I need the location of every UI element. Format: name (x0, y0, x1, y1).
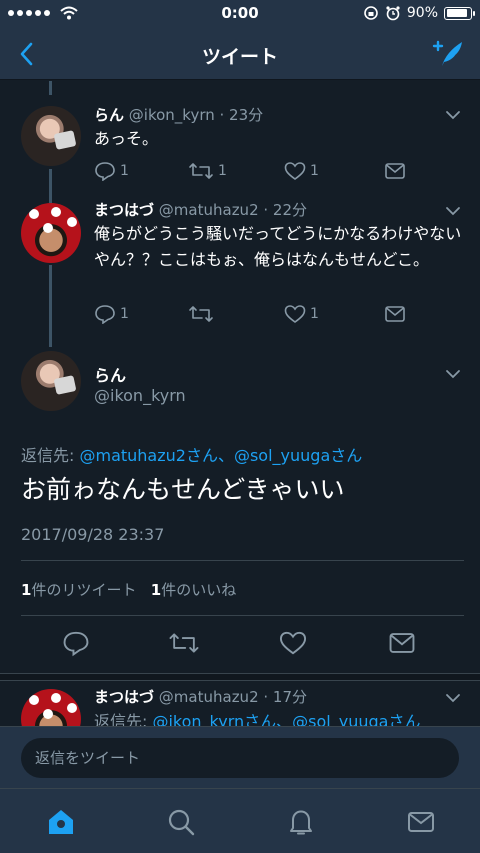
retweet-total-label: 件のリツイート (31, 581, 137, 599)
avatar[interactable] (21, 689, 81, 726)
reply-to-line: 返信先: @matuhazu2さん、@sol_yuugaさん (21, 442, 362, 466)
user-handle-time: @matuhazu2 · 17分 (158, 688, 308, 706)
user-name[interactable]: まつはづ (94, 688, 154, 706)
heart-icon[interactable] (279, 629, 307, 657)
notifications-bell-icon[interactable] (286, 807, 316, 837)
search-icon[interactable] (166, 807, 196, 837)
compose-tweet-icon[interactable] (432, 38, 466, 70)
tweet-header: まつはづ @matuhazu2 · 17分 (94, 686, 307, 707)
reply-input[interactable] (21, 738, 459, 778)
avatar[interactable] (21, 351, 81, 411)
reply-button[interactable]: 1 (94, 161, 129, 181)
reply-count: 1 (120, 306, 129, 322)
retweet-button[interactable]: 1 (188, 161, 227, 181)
reply-user-link[interactable]: @sol_yuuga (292, 712, 388, 726)
reply-count: 1 (120, 163, 129, 179)
user-name[interactable]: らん (94, 106, 124, 124)
navigation-bar: ツイート (0, 28, 480, 80)
rotation-lock-icon (364, 6, 378, 20)
like-button[interactable]: 1 (284, 304, 319, 324)
tweet-actions: 1 1 1 (94, 161, 434, 183)
retweet-total: 1 (21, 581, 32, 599)
retweet-icon (189, 163, 213, 179)
tweet-header: らん @ikon_kyrn · 23分 (94, 104, 263, 125)
like-count: 1 (310, 163, 319, 179)
user-name[interactable]: らん (94, 362, 126, 386)
chevron-down-icon[interactable] (444, 106, 462, 124)
reply-joiner: さん、 (185, 446, 234, 465)
reply-icon[interactable] (62, 629, 90, 657)
retweet-count: 1 (218, 163, 227, 179)
reply-user-link[interactable]: @matuhazu2 (79, 446, 185, 465)
page-title: ツイート (201, 46, 278, 68)
reply-prefix: 返信先: (94, 712, 153, 726)
reply-to-line: 返信先: @ikon_kyrnさん、@sol_yuugaさん (94, 709, 454, 726)
messages-envelope-icon[interactable] (406, 807, 436, 837)
battery-icon (444, 6, 475, 20)
reply-icon (95, 162, 115, 181)
status-right: 90% (363, 5, 475, 21)
chevron-down-icon[interactable] (444, 202, 462, 220)
like-count: 1 (310, 306, 319, 322)
reply-user-link[interactable]: @sol_yuuga (234, 446, 330, 465)
reply-button[interactable]: 1 (94, 304, 129, 324)
divider (21, 560, 464, 561)
envelope-icon (385, 306, 405, 322)
direct-message-button[interactable] (384, 304, 406, 324)
avatar[interactable] (21, 106, 81, 166)
reply-composer (0, 726, 480, 788)
retweet-button[interactable] (188, 304, 218, 324)
chevron-down-icon[interactable] (444, 689, 462, 707)
avatar[interactable] (21, 203, 81, 263)
like-button[interactable]: 1 (284, 161, 319, 181)
reply-joiner: さん (388, 712, 421, 726)
heart-icon (284, 305, 306, 323)
tweet-stats[interactable]: 1件のリツイート 1件のいいね (21, 579, 236, 600)
battery-percent: 90% (406, 5, 438, 21)
tweet-text: 俺らがどうこう騒いだってどうにかなるわけやないやん？？ここはもぉ、俺らはなんもせ… (94, 224, 462, 269)
reply-user-link[interactable]: @ikon_kyrn (152, 712, 244, 726)
section-separator (0, 673, 480, 681)
tweet-text: あっそ。 (94, 129, 159, 148)
home-icon[interactable] (46, 807, 76, 837)
thread-line (49, 169, 52, 203)
heart-icon (284, 162, 306, 180)
like-total-label: 件のいいね (161, 581, 237, 599)
conversation: らん @ikon_kyrn · 23分 あっそ。 1 1 1 まつはづ @mat… (0, 81, 480, 726)
retweet-icon (189, 306, 213, 322)
user-handle-time: @ikon_kyrn · 23分 (128, 106, 264, 124)
reply-icon (95, 305, 115, 324)
tweet-header: まつはづ @matuhazu2 · 22分 (94, 199, 307, 220)
tab-bar (0, 788, 480, 853)
user-handle-time: @matuhazu2 · 22分 (158, 201, 308, 219)
envelope-icon (385, 163, 405, 179)
alarm-icon (386, 6, 400, 21)
tweet-text: お前ゎなんもせんどきゃいい (21, 475, 345, 504)
reply-joiner: さん、 (244, 712, 293, 726)
envelope-icon[interactable] (388, 629, 416, 657)
thread-line (49, 265, 52, 347)
thread-line (49, 81, 52, 95)
tweet-timestamp: 2017/09/28 23:37 (21, 525, 165, 544)
focused-actions (0, 629, 480, 659)
status-bar: 0:00 90% (0, 0, 480, 28)
direct-message-button[interactable] (384, 161, 406, 181)
user-handle: @ikon_kyrn (94, 386, 186, 405)
tweet-actions: 1 1 (94, 304, 434, 326)
reply-joiner: さん (330, 446, 363, 465)
reply-prefix: 返信先: (21, 446, 80, 465)
divider (21, 615, 464, 616)
retweet-icon[interactable] (168, 629, 200, 657)
chevron-down-icon[interactable] (444, 365, 462, 383)
like-total: 1 (150, 581, 162, 599)
user-name[interactable]: まつはづ (94, 201, 154, 219)
